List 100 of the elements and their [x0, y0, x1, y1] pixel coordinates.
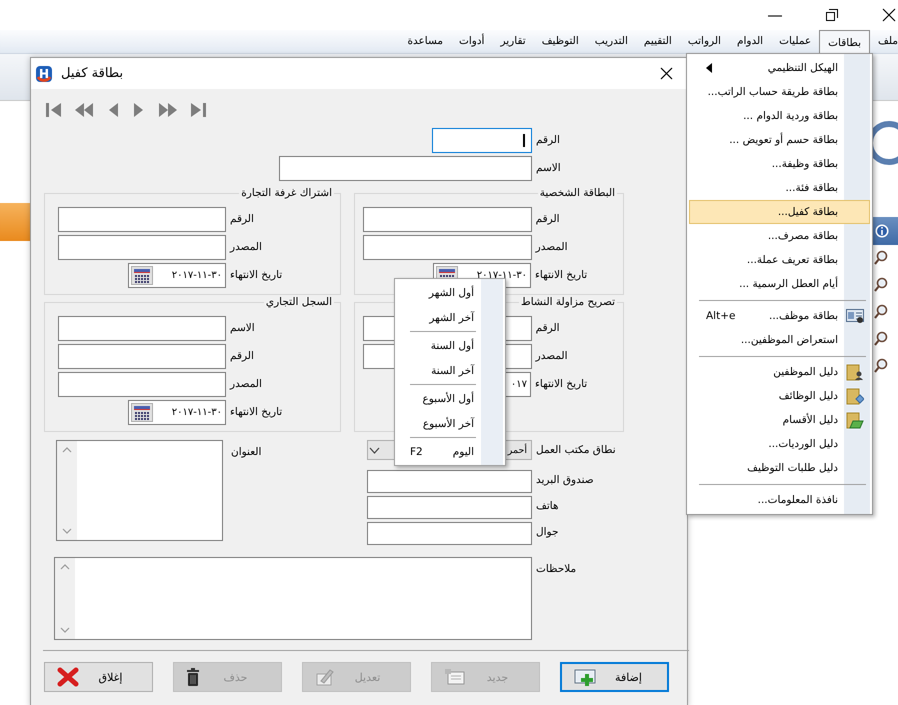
menu-item[interactable]: دليل الوظائف	[689, 384, 870, 408]
field-label: الرقم	[230, 212, 255, 227]
chevron-up-icon[interactable]	[62, 447, 72, 453]
field-label: هاتف	[536, 499, 560, 514]
field-label: الرقم	[536, 133, 561, 148]
folder-icon	[846, 387, 864, 405]
folder-person-icon	[846, 363, 864, 381]
close-icon	[57, 667, 79, 687]
close-icon[interactable]	[660, 67, 673, 80]
dialog-title: بطاقة كفيل	[61, 66, 124, 81]
last-icon[interactable]	[190, 101, 207, 119]
close-icon[interactable]	[882, 8, 896, 22]
folder-icon	[846, 411, 864, 429]
group-title: السجل التجاري	[264, 295, 333, 309]
first-icon[interactable]	[45, 101, 62, 119]
input-field[interactable]	[279, 156, 532, 181]
input-field[interactable]	[363, 235, 532, 260]
menu-bar-item[interactable]: التوظيف	[534, 30, 587, 53]
input-field[interactable]	[58, 316, 226, 341]
menu-bar-item[interactable]: أدوات	[450, 30, 492, 53]
menu-item[interactable]: بطاقة كفيل...	[689, 200, 870, 224]
input-field[interactable]	[58, 207, 226, 232]
menu-item[interactable]: أول الأسبوع	[396, 386, 504, 411]
menu-bar-item[interactable]: عمليات	[771, 30, 820, 53]
input-field[interactable]	[367, 470, 532, 493]
menu-item[interactable]: دليل الموظفين	[689, 360, 870, 384]
chevron-up-icon[interactable]	[60, 564, 70, 570]
menu-bar-item[interactable]: التدريب	[586, 30, 636, 53]
magnifier-icon	[874, 358, 888, 374]
menu-bar-item[interactable]: مساعدة	[400, 30, 451, 53]
group-title: البطاقة الشخصية	[538, 186, 616, 200]
menu-bar-item[interactable]: ملف	[870, 30, 898, 53]
text-area[interactable]	[56, 440, 223, 541]
field-label: تاريخ الانتهاء	[535, 377, 588, 392]
close-button[interactable]: إغلاق	[44, 662, 153, 692]
scrollbar[interactable]	[57, 441, 77, 540]
magnifier-icon	[874, 331, 888, 347]
input-field[interactable]	[367, 496, 532, 519]
field-label: تاريخ الانتهاء	[230, 405, 284, 420]
chevron-down-icon[interactable]	[62, 528, 72, 534]
field-label: الاسم	[230, 321, 256, 336]
menu-item[interactable]: دليل الأقسام	[689, 408, 870, 432]
menu-item[interactable]: نافذة المعلومات...	[689, 488, 870, 512]
field-label: المصدر	[230, 240, 263, 255]
menu-item[interactable]: دليل الورديات...	[689, 432, 870, 456]
document-icon	[444, 668, 466, 686]
group-title: اشتراك غرفة التجارة	[240, 186, 333, 200]
text-cursor	[523, 134, 525, 147]
menu-item[interactable]: بطاقة فئة...	[689, 176, 870, 200]
menu-bar-item[interactable]: تقارير	[492, 30, 534, 53]
menu-item[interactable]: بطاقة وظيفة...	[689, 152, 870, 176]
field-label: المصدر	[536, 349, 569, 364]
pencil-icon	[315, 668, 335, 686]
menu-item[interactable]: بطاقة تعريف عملة...	[689, 248, 870, 272]
field-label: المصدر	[230, 377, 263, 392]
field-label: تاريخ الانتهاء	[535, 268, 588, 283]
menu-item[interactable]: آخر السنة	[396, 358, 504, 383]
input-field[interactable]	[58, 372, 226, 397]
field-label: نطاق مكتب العمل	[536, 443, 617, 458]
menu-item[interactable]: الهيكل التنظيمي	[689, 56, 870, 80]
magnifier-icon	[874, 304, 888, 320]
menu-bar-item[interactable]: الرواتب	[680, 30, 729, 53]
input-field[interactable]	[363, 207, 532, 232]
chevron-down-icon[interactable]	[60, 627, 70, 633]
input-field[interactable]	[367, 522, 532, 545]
menu-item[interactable]: استعراض الموظفين...	[689, 328, 870, 352]
menu-item[interactable]: أول السنة	[396, 333, 504, 358]
field-label: جوال	[536, 525, 560, 540]
input-field[interactable]	[58, 344, 226, 369]
scrollbar[interactable]	[55, 558, 75, 639]
chevron-down-icon	[369, 446, 380, 454]
app-icon	[35, 64, 53, 82]
field-label: صندوق البريد	[536, 473, 595, 488]
restore-icon[interactable]	[826, 9, 838, 21]
text-area[interactable]	[54, 557, 532, 640]
calendar-button[interactable]	[131, 403, 153, 422]
panel-header	[0, 203, 30, 241]
menu-item[interactable]: بطاقة طريقة حساب الراتب...	[689, 80, 870, 104]
menu-item[interactable]: بطاقة مصرف...	[689, 224, 870, 248]
calendar-icon	[134, 268, 150, 282]
date-field[interactable]: ٣٠-١١-٢٠١٧	[128, 263, 226, 288]
menu-bar-item[interactable]: بطاقات	[819, 30, 870, 54]
menu-item[interactable]: بطاقة وردية الدوام ...	[689, 104, 870, 128]
menu-item[interactable]: أيام العطل الرسمية ...	[689, 272, 870, 296]
trash-icon	[186, 668, 200, 686]
info-icon	[875, 224, 889, 238]
magnifier-icon	[874, 277, 888, 293]
calendar-button[interactable]	[131, 266, 153, 285]
field-label: تاريخ الانتهاء	[230, 268, 284, 283]
input-field[interactable]	[58, 235, 226, 260]
menu-item[interactable]: دليل طلبات التوظيف	[689, 456, 870, 480]
menu-bar-item[interactable]: الدوام	[728, 30, 772, 53]
magnifier-icon	[874, 250, 888, 266]
menu-item[interactable]: بطاقة حسم أو تعويض ...	[689, 128, 870, 152]
menu-item[interactable]: آخر الشهر	[396, 305, 504, 330]
date-field[interactable]: ٣٠-١١-٢٠١٧	[128, 400, 226, 425]
add-button[interactable]: إضافة	[560, 662, 669, 692]
menu-item[interactable]: آخر الأسبوع	[396, 411, 504, 436]
menu-bar-item[interactable]: التقييم	[636, 30, 680, 53]
input-field[interactable]	[432, 128, 532, 153]
